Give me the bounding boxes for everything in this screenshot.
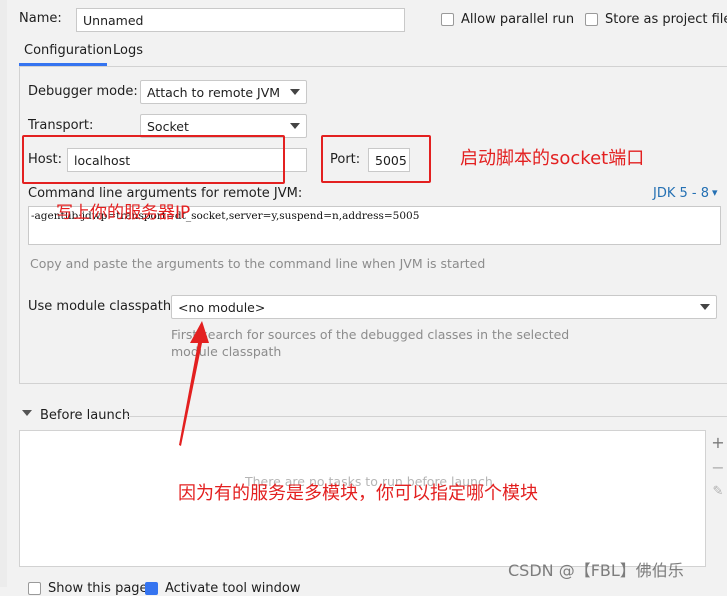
annotation-arrow bbox=[179, 321, 209, 446]
jdk-chevron-icon[interactable]: ▾ bbox=[712, 186, 718, 199]
module-annotation: 因为有的服务是多模块，你可以指定哪个模块 bbox=[178, 483, 538, 504]
chevron-down-icon bbox=[290, 89, 300, 95]
parallel-run-checkbox[interactable] bbox=[441, 13, 454, 26]
transport-label: Transport: bbox=[28, 118, 94, 133]
expand-triangle-icon[interactable] bbox=[22, 410, 32, 416]
activate-tool-checkbox[interactable] bbox=[145, 582, 158, 595]
show-page-checkbox[interactable] bbox=[28, 582, 41, 595]
debugger-mode-value: Attach to remote JVM bbox=[147, 84, 281, 100]
debugger-mode-label: Debugger mode: bbox=[28, 84, 138, 99]
host-highlight-box bbox=[22, 135, 285, 184]
left-strip bbox=[0, 0, 7, 587]
activate-tool-label: Activate tool window bbox=[165, 581, 301, 596]
plus-icon[interactable]: + bbox=[711, 433, 725, 452]
name-input[interactable]: Unnamed bbox=[76, 8, 405, 32]
watermark: CSDN @【FBL】佛伯乐 bbox=[508, 561, 684, 580]
chevron-down-icon bbox=[700, 304, 710, 310]
store-project-checkbox[interactable] bbox=[585, 13, 598, 26]
store-project-label: Store as project file bbox=[605, 12, 727, 27]
port-highlight-box bbox=[321, 135, 431, 183]
jdk-version-link[interactable]: JDK 5 - 8 bbox=[653, 186, 709, 201]
debugger-mode-select[interactable]: Attach to remote JVM bbox=[140, 80, 307, 104]
module-select[interactable]: <no module> bbox=[171, 295, 717, 319]
tab-logs[interactable]: Logs bbox=[113, 43, 143, 58]
cmdline-hint: Copy and paste the arguments to the comm… bbox=[30, 256, 486, 271]
pencil-icon[interactable]: ✎ bbox=[711, 484, 725, 499]
before-launch-divider bbox=[128, 416, 727, 417]
host-annotation: 写上你的服务器IP bbox=[56, 203, 191, 223]
transport-value: Socket bbox=[147, 118, 189, 134]
chevron-down-icon bbox=[290, 123, 300, 129]
module-value: <no module> bbox=[178, 299, 266, 315]
show-page-label: Show this page bbox=[48, 581, 148, 596]
before-launch-label: Before launch bbox=[40, 408, 131, 423]
port-annotation: 启动脚本的socket端口 bbox=[460, 148, 645, 169]
module-hint-line1: First search for sources of the debugged… bbox=[171, 327, 570, 342]
parallel-run-label: Allow parallel run bbox=[461, 12, 575, 27]
name-label: Name: bbox=[19, 11, 62, 26]
tab-configuration[interactable]: Configuration bbox=[24, 43, 112, 58]
minus-icon[interactable]: − bbox=[711, 458, 725, 477]
module-label: Use module classpath: bbox=[28, 299, 176, 314]
